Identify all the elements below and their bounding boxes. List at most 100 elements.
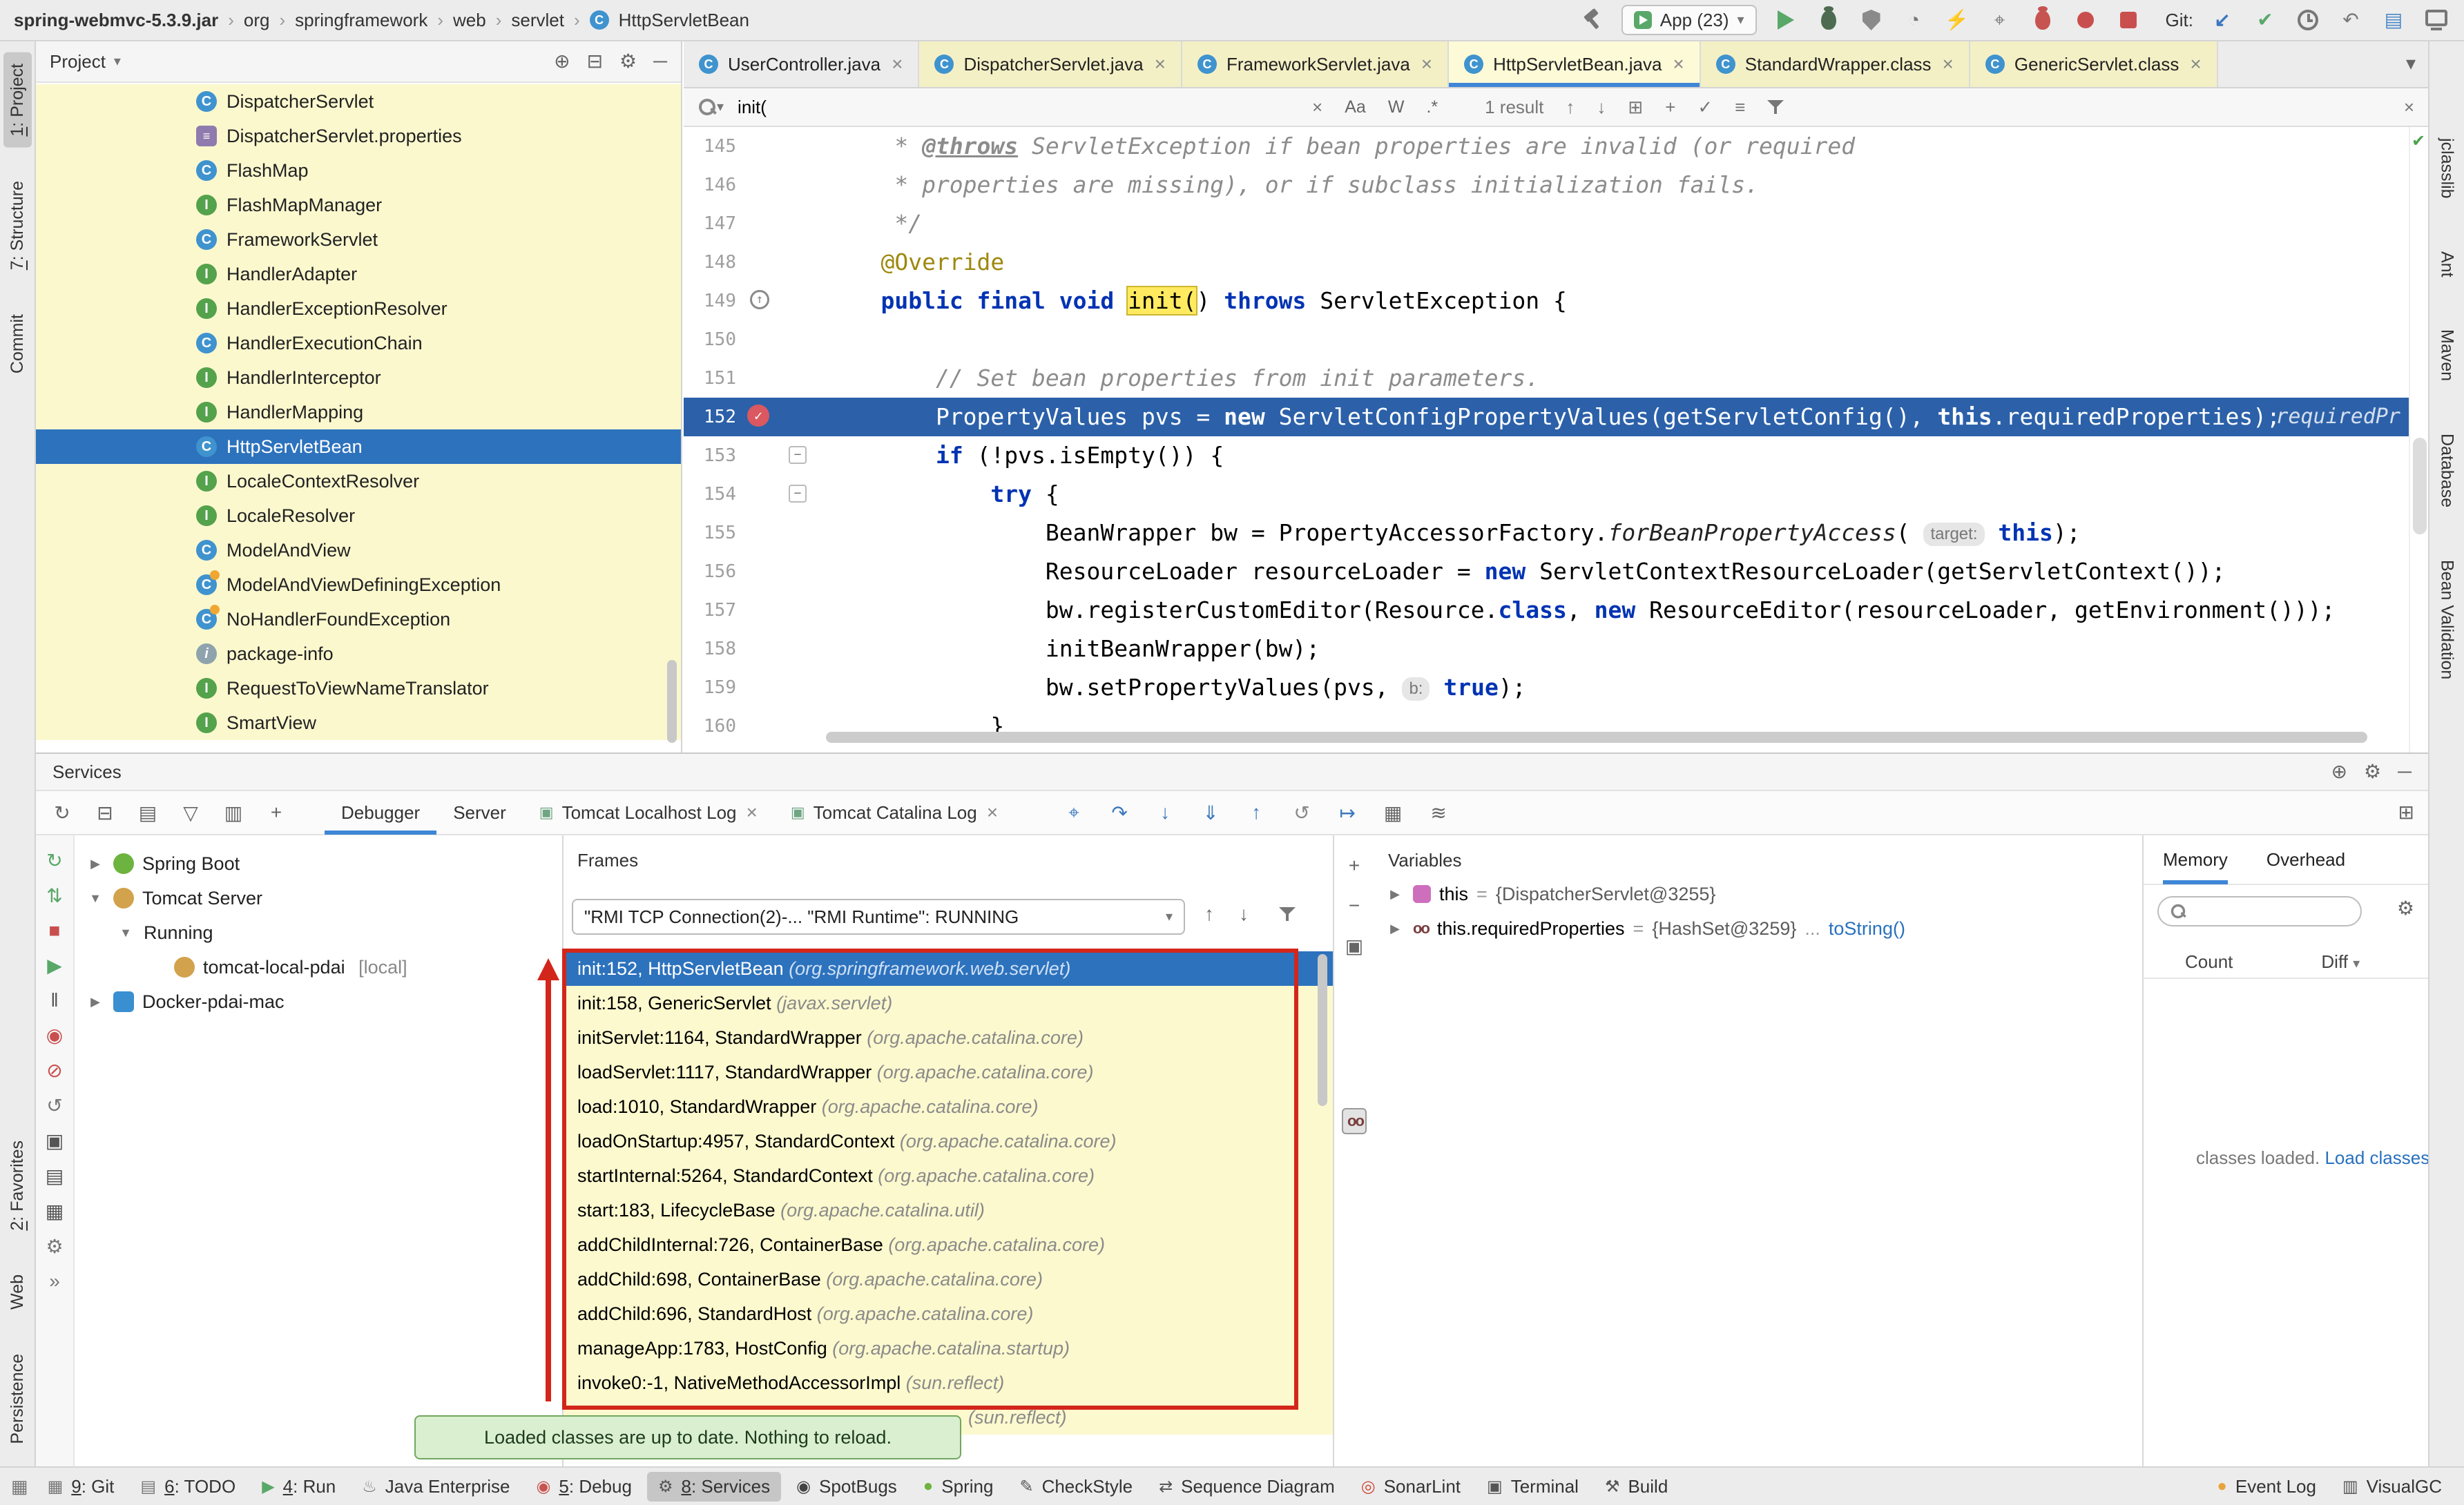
project-tree-item-httpservletbean[interactable]: C HttpServletBean xyxy=(36,429,681,464)
attach-process-button[interactable]: ⌖ xyxy=(1986,6,2014,34)
breadcrumb-item-web[interactable]: web xyxy=(453,10,486,31)
statusbar-item-spotbugs[interactable]: ◉ SpotBugs xyxy=(785,1472,908,1502)
code-line-152[interactable]: 152 ✓ PropertyValues pvs = new ServletCon… xyxy=(684,398,2409,436)
evaluate-button[interactable]: ▦ xyxy=(42,1200,67,1223)
editor-vertical-scrollbar[interactable] xyxy=(2413,438,2427,534)
step-into-button[interactable]: ↓ xyxy=(1153,802,1177,824)
breadcrumb-item-springframework[interactable]: springframework xyxy=(295,10,427,31)
next-frame-button[interactable]: ↓ xyxy=(1239,904,1249,924)
override-marker-icon[interactable]: ↑ xyxy=(750,290,769,309)
run-to-cursor-button[interactable]: ↦ xyxy=(1335,802,1360,824)
search-history-chevron-icon[interactable]: ▾ xyxy=(717,100,724,114)
code-text[interactable]: BeanWrapper bw = PropertyAccessorFactory… xyxy=(826,514,2081,552)
chevron-right-icon[interactable]: ▶ xyxy=(86,857,105,871)
tool-window-button-jclasslib[interactable]: jclasslib xyxy=(2433,130,2461,207)
add-service-button[interactable]: + xyxy=(264,802,289,824)
stack-frame[interactable]: load:1010, StandardWrapper (org.apache.c… xyxy=(564,1089,1333,1124)
words-toggle[interactable]: W xyxy=(1388,97,1405,117)
code-text[interactable]: @Override xyxy=(826,243,1004,282)
statusbar-item-sequence-diagram[interactable]: ⇄ Sequence Diagram xyxy=(1148,1472,1346,1502)
statusbar-item-9-git[interactable]: ▦ 9: Git xyxy=(37,1472,126,1502)
coverage-button[interactable] xyxy=(1858,6,1885,34)
statusbar-item-terminal[interactable]: ▣ Terminal xyxy=(1476,1472,1590,1502)
tool-window-button-database[interactable]: Database xyxy=(2433,425,2461,516)
statusbar-item-sonarlint[interactable]: ◎ SonarLint xyxy=(1350,1472,1472,1502)
hide-library-frames-icon[interactable] xyxy=(1279,906,1296,922)
pause-button[interactable]: ‖ xyxy=(42,989,67,1011)
code-text[interactable]: ResourceLoader resourceLoader = new Serv… xyxy=(826,552,2226,591)
tab-server[interactable]: Server xyxy=(436,790,523,835)
code-text[interactable]: */ xyxy=(826,204,922,243)
code-line-154[interactable]: 154 − try { xyxy=(684,475,2409,514)
project-tree-item-handlerexecutionchain[interactable]: C HandlerExecutionChain xyxy=(36,326,681,360)
tab-memory[interactable]: Memory xyxy=(2163,835,2228,884)
hidden-tabs-button[interactable]: ▾ xyxy=(2406,54,2416,73)
history-button[interactable] xyxy=(2294,6,2322,34)
statusbar-item-5-debug[interactable]: ◉ 5: Debug xyxy=(525,1472,643,1502)
editor-horizontal-scrollbar[interactable] xyxy=(826,732,2367,743)
view-breakpoints-button[interactable]: ◉ xyxy=(42,1024,67,1047)
group-by-button[interactable]: ▤ xyxy=(135,802,160,824)
project-view-chevron-icon[interactable]: ▾ xyxy=(114,55,121,68)
tab-debugger[interactable]: Debugger xyxy=(325,790,436,835)
match-case-toggle[interactable]: Aa xyxy=(1345,97,1366,117)
project-tree-item-package-info[interactable]: i package-info xyxy=(36,637,681,671)
tool-window-button-bean-validation[interactable]: Bean Validation xyxy=(2433,552,2461,688)
code-text[interactable]: public final void init() throws ServletE… xyxy=(826,282,1567,320)
services-tree-item-tomcat-server[interactable]: ▼ Tomcat Server xyxy=(75,881,562,915)
previous-occurrence-button[interactable]: ↑ xyxy=(1566,98,1575,116)
statusbar-item-6-todo[interactable]: ▤ 6: TODO xyxy=(129,1472,247,1502)
profiler-button[interactable]: ◔ xyxy=(1900,6,1928,34)
tool-window-button-2-favorites[interactable]: 2: Favorites xyxy=(3,1129,32,1242)
drop-frame-button[interactable]: ↺ xyxy=(1289,802,1314,824)
fold-marker[interactable]: − xyxy=(789,446,807,464)
tool-window-switcher-icon[interactable]: ▦ xyxy=(11,1476,28,1497)
fold-marker[interactable]: − xyxy=(789,485,807,503)
next-occurrence-button[interactable]: ↓ xyxy=(1597,98,1606,116)
close-tab-icon[interactable]: × xyxy=(1421,53,1432,75)
tool-window-button-commit[interactable]: Commit xyxy=(3,303,32,385)
threads-dropdown[interactable]: "RMI TCP Connection(2)-... "RMI Runtime"… xyxy=(572,899,1185,935)
rollback-button[interactable]: ↶ xyxy=(2337,6,2365,34)
statusbar-item-visualgc[interactable]: ▥ VisualGC xyxy=(2331,1472,2453,1502)
project-tree-item-handlerinterceptor[interactable]: I HandlerInterceptor xyxy=(36,360,681,395)
chevron-right-icon[interactable]: ▶ xyxy=(1385,922,1405,936)
services-tree-item-spring-boot[interactable]: ▶ Spring Boot xyxy=(75,846,562,881)
monitor-button[interactable] xyxy=(2423,6,2450,34)
show-watches-button[interactable]: oo xyxy=(1342,1108,1367,1134)
evaluate-expression-button[interactable]: ▦ xyxy=(1380,802,1405,824)
split-view-button[interactable]: ▥ xyxy=(221,802,246,824)
stack-frame[interactable]: start:183, LifecycleBase (org.apache.cat… xyxy=(564,1193,1333,1227)
tool-window-button-web[interactable]: Web xyxy=(3,1263,32,1321)
remove-watch-button[interactable]: − xyxy=(1342,895,1367,917)
settings-button[interactable]: ⚙ xyxy=(42,1235,67,1258)
project-panel-title[interactable]: Project xyxy=(50,51,106,72)
tool-window-button-maven[interactable]: Maven xyxy=(2433,321,2461,389)
column-diff[interactable]: Diff ▾ xyxy=(2321,951,2360,973)
close-tab-icon[interactable]: × xyxy=(987,802,998,824)
code-line-147[interactable]: 147 */ xyxy=(684,204,2409,243)
collapse-all-button[interactable]: ⊟ xyxy=(587,52,603,71)
statusbar-item-build[interactable]: ⚒ Build xyxy=(1594,1472,1679,1502)
stop-button[interactable]: ■ xyxy=(42,920,67,942)
stack-frame[interactable]: init:158, GenericServlet (javax.servlet) xyxy=(564,986,1333,1020)
project-tree-item-dispatcherservlet-properties[interactable]: ≡ DispatcherServlet.properties xyxy=(36,119,681,153)
code-line-157[interactable]: 157 bw.registerCustomEditor(Resource.cla… xyxy=(684,591,2409,630)
services-tree-item-docker-pdai-mac[interactable]: ▶ Docker-pdai-mac xyxy=(75,984,562,1019)
thread-dump-button[interactable]: ▣ xyxy=(42,1129,67,1152)
close-find-bar-button[interactable]: × xyxy=(2404,98,2414,116)
debug-button[interactable] xyxy=(1815,6,1842,34)
code-text[interactable]: bw.setPropertyValues(pvs, b: true); xyxy=(826,668,1526,707)
chevron-right-icon[interactable]: ▶ xyxy=(1385,887,1405,902)
close-tab-icon[interactable]: × xyxy=(747,802,758,824)
services-locate-button[interactable]: ⊕ xyxy=(2331,762,2347,781)
tab-tomcat-catalina-log[interactable]: ▣ Tomcat Catalina Log × xyxy=(774,790,1014,835)
breadcrumb-item-org[interactable]: org xyxy=(244,10,270,31)
code-line-155[interactable]: 155 BeanWrapper bw = PropertyAccessorFac… xyxy=(684,514,2409,552)
filter-button[interactable]: ▽ xyxy=(178,802,203,824)
code-text[interactable]: try { xyxy=(826,475,1059,514)
tostring-link[interactable]: toString() xyxy=(1829,918,1905,940)
stack-frame[interactable]: addChildInternal:726, ContainerBase (org… xyxy=(564,1227,1333,1262)
variable-row-this[interactable]: ▶ this = {DispatcherServlet@3255} xyxy=(1374,877,2142,911)
variable-row-this-requiredproperties[interactable]: ▶ oo this.requiredProperties = {HashSet@32… xyxy=(1374,911,2142,946)
